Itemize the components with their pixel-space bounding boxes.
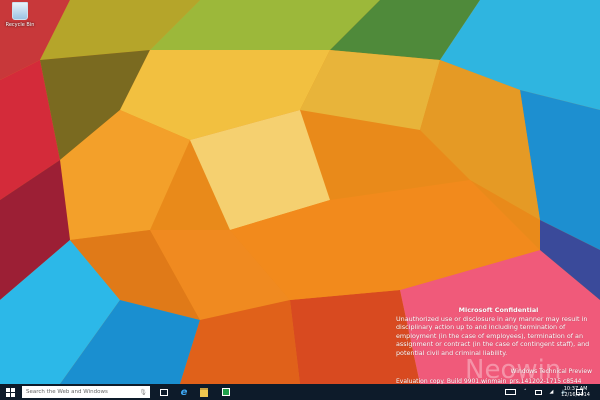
task-view-button[interactable] <box>158 384 170 400</box>
edition-text: Windows Technical Preview <box>510 368 592 375</box>
start-button[interactable] <box>2 384 18 400</box>
microphone-icon[interactable]: 🎙 <box>139 389 147 396</box>
store-icon <box>222 388 230 396</box>
recycle-bin-icon <box>12 2 28 20</box>
clock-date: 12/16/2014 <box>561 392 590 398</box>
desktop: Recycle Bin Neowin Microsoft Confidentia… <box>0 0 600 385</box>
search-placeholder: Search the Web and Windows <box>26 389 108 395</box>
confidential-title: Microsoft Confidential <box>458 306 539 314</box>
show-hidden-icons[interactable]: ˄ <box>524 389 527 395</box>
windows-logo-icon <box>5 387 15 397</box>
search-box[interactable]: Search the Web and Windows 🎙 <box>22 386 150 398</box>
network-icon[interactable]: ◢ <box>550 389 554 395</box>
taskbar: Search the Web and Windows 🎙 e ˄ ◢ 🔈 10:… <box>0 384 600 400</box>
store-button[interactable] <box>220 384 232 400</box>
internet-explorer-button[interactable]: e <box>178 384 190 400</box>
recycle-bin[interactable]: Recycle Bin <box>4 2 36 28</box>
battery-icon[interactable] <box>534 389 542 395</box>
confidential-body: Unauthorized use or disclosure in any ma… <box>396 314 590 357</box>
task-view-icon <box>160 388 168 396</box>
clock[interactable]: 10:37 AM 12/16/2014 <box>561 384 590 400</box>
recycle-bin-label: Recycle Bin <box>5 22 35 28</box>
file-explorer-button[interactable] <box>198 384 210 400</box>
keyboard-icon[interactable] <box>505 389 516 395</box>
internet-explorer-icon: e <box>180 386 188 398</box>
file-explorer-icon <box>200 387 208 397</box>
confidential-notice: Microsoft Confidential Unauthorized use … <box>396 306 600 358</box>
